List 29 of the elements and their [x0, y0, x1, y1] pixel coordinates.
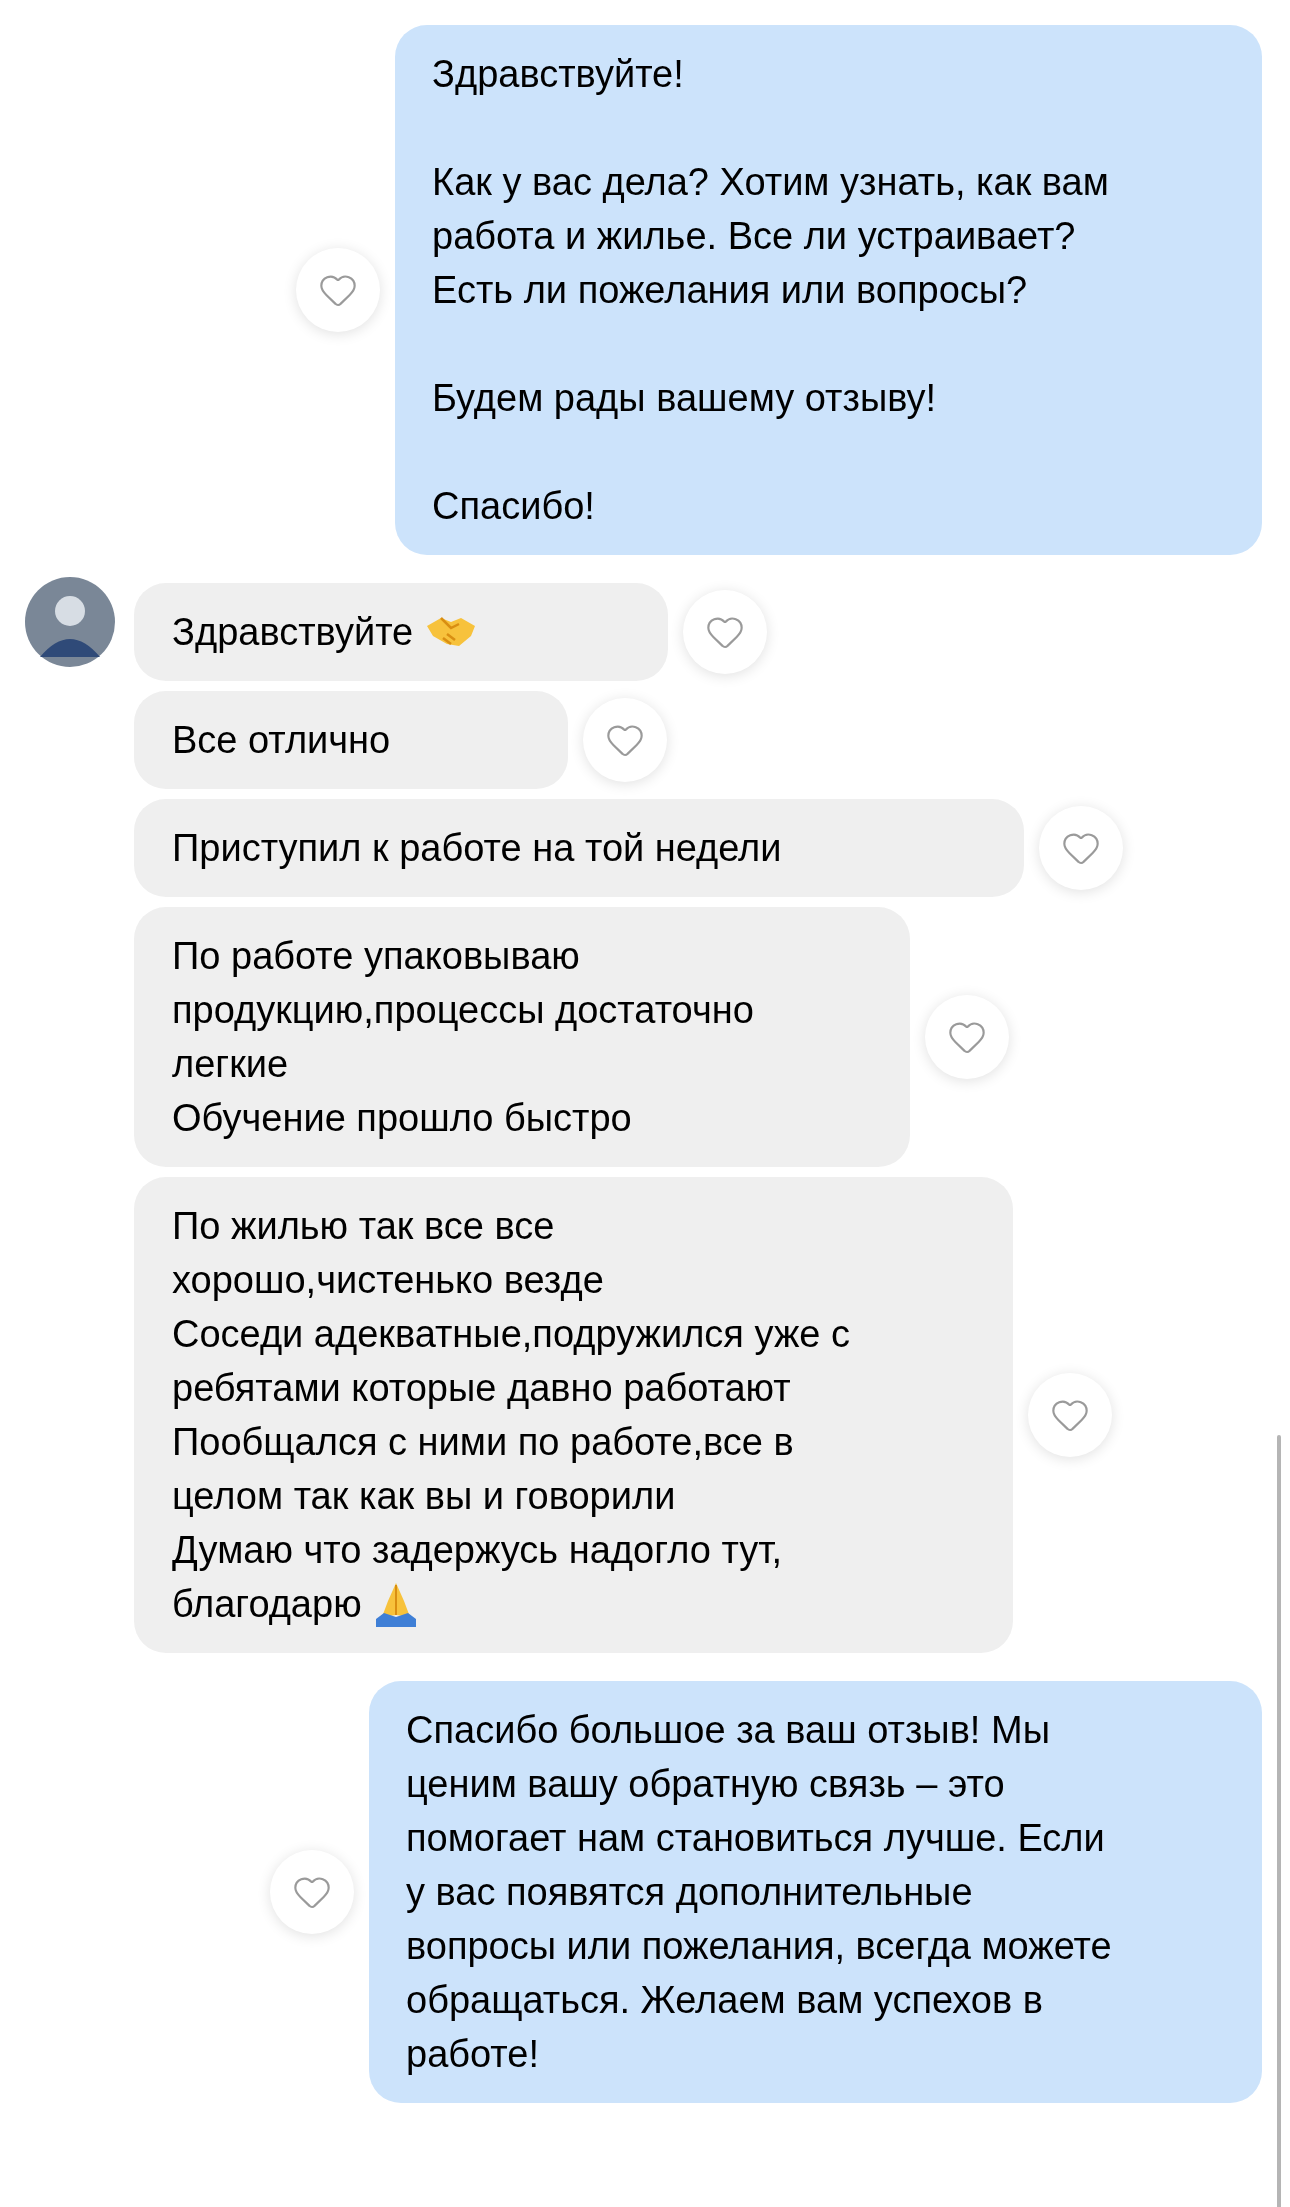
message-text: Все отлично	[172, 718, 392, 763]
message-text: Здравствуйте	[172, 610, 414, 655]
message-text: ребятами которые давно работают	[172, 1366, 792, 1411]
message-text: помогает нам становиться лучше. Если	[406, 1816, 1106, 1861]
message-text: Пообщался с ними по работе,все в	[172, 1420, 795, 1465]
message-text: работа и жилье. Все ли устраивает?	[432, 214, 1077, 259]
praying-hands-icon	[373, 1581, 418, 1627]
message-text: Будем рады вашему отзыву!	[432, 376, 938, 421]
message-text: легкие	[172, 1042, 290, 1087]
message-text: обращаться. Желаем вам успехов в	[406, 1978, 1044, 2023]
message-text: благодарю	[172, 1582, 362, 1627]
message-text: целом так как вы и говорили	[172, 1474, 677, 1519]
message-text: хорошо,чистенько везде	[172, 1258, 605, 1303]
message-text: По жилью так все все	[172, 1204, 556, 1249]
message-text: Думаю что задержусь надогло тут,	[172, 1528, 784, 1573]
message-text: Спасибо большое за ваш отзыв! Мы	[406, 1708, 1051, 1753]
message-text: Приступил к работе на той недели	[172, 826, 783, 871]
message-text: Как у вас дела? Хотим узнать, как вам	[432, 160, 1110, 205]
message-text: ценим вашу обратную связь – это	[406, 1762, 1006, 1807]
message-text: Обучение прошло быстро	[172, 1096, 633, 1141]
message-text: работе!	[406, 2032, 540, 2077]
message-text: вопросы или пожелания, всегда можете	[406, 1924, 1113, 1969]
message-text: продукцию,процессы достаточно	[172, 988, 755, 1033]
message-text: Есть ли пожелания или вопросы?	[432, 268, 1029, 313]
message-text: у вас появятся дополнительные	[406, 1870, 974, 1915]
message-text: По работе упаковываю	[172, 934, 581, 979]
message-text: Спасибо!	[432, 484, 596, 529]
message-text: Здравствуйте!	[432, 52, 685, 97]
message-text: Соседи адекватные,подружился уже с	[172, 1312, 852, 1357]
